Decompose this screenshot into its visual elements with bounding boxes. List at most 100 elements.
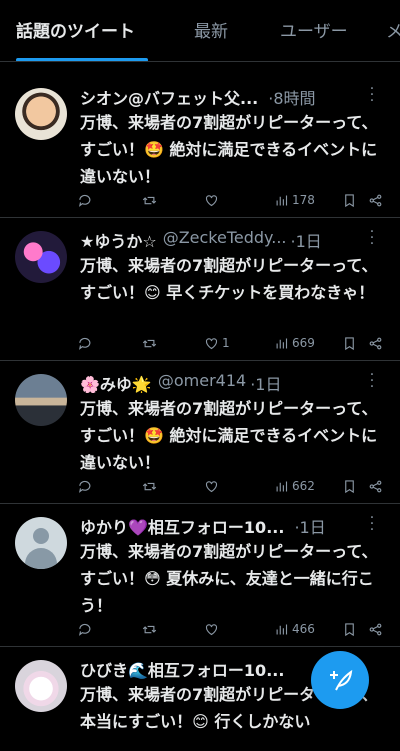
active-tab-indicator	[16, 57, 148, 61]
reply-icon	[79, 337, 91, 350]
compose-tweet-button[interactable]	[311, 651, 369, 709]
more-options-icon[interactable]: · · ·	[362, 225, 382, 251]
bookmark-button[interactable]	[342, 476, 357, 496]
user-handle: @ZeckeTeddy...	[162, 228, 287, 247]
views-icon	[276, 624, 288, 634]
tweet[interactable]: シオン@バフェット父... ·8時間 · · · 万博、来場者の7割超がリピーターっ…	[0, 75, 400, 218]
views-count: 466	[292, 622, 315, 636]
reply-icon	[79, 623, 91, 636]
views-icon	[276, 195, 288, 205]
bookmark-button[interactable]	[342, 333, 357, 353]
tweet-text: 万博、来場者の7割超がリピーターって、すごい！😊 早くチケットを買わなきゃ！	[80, 256, 378, 302]
share-button[interactable]	[368, 190, 383, 210]
avatar[interactable]	[15, 231, 67, 283]
timestamp[interactable]: ·1日	[250, 371, 281, 393]
like-button[interactable]: 1	[204, 333, 230, 353]
views-count: 669	[292, 336, 315, 350]
user-handle: @omer414	[157, 371, 247, 390]
bookmark-button[interactable]	[342, 619, 357, 639]
more-options-icon[interactable]: · · ·	[362, 511, 382, 537]
bookmark-icon	[345, 336, 354, 350]
share-icon	[369, 623, 382, 635]
heart-icon	[205, 194, 218, 206]
like-button[interactable]	[204, 190, 222, 210]
bookmark-icon	[345, 193, 354, 207]
like-button[interactable]	[204, 476, 222, 496]
tab-label: 話題のツイート	[16, 21, 135, 42]
avatar[interactable]	[15, 88, 67, 140]
tab-label: 最新	[194, 21, 228, 42]
retweet-button[interactable]	[142, 619, 160, 639]
tweet-header: ★ゆうか☆ @ZeckeTeddy... ·1日	[80, 228, 370, 250]
display-name[interactable]: ゆかり💜相互フォロー10...	[80, 514, 284, 536]
tab-users[interactable]: ユーザー	[280, 0, 360, 61]
share-button[interactable]	[368, 333, 383, 353]
reply-button[interactable]	[78, 476, 96, 496]
tweet-header: ゆかり💜相互フォロー10... ·1日	[80, 514, 370, 536]
more-options-icon[interactable]: · · ·	[362, 82, 382, 108]
tweet-text: 万博、来場者の7割超がリピーターって、すごい！😳 夏休みに、友達と一緒に行こう！	[80, 542, 378, 615]
views-button[interactable]: 662	[274, 476, 315, 496]
retweet-button[interactable]	[142, 333, 160, 353]
heart-icon	[205, 480, 218, 492]
heart-icon	[205, 337, 218, 349]
avatar[interactable]	[15, 660, 67, 712]
tab-label: ユーザー	[280, 21, 348, 42]
timestamp[interactable]: ·1日	[294, 514, 325, 536]
views-button[interactable]: 669	[274, 333, 315, 353]
tweet-header: シオン@バフェット父... ·8時間	[80, 85, 370, 107]
tweet-header: 🌸みゆ🌟 @omer414 ·1日	[80, 371, 370, 393]
tweet-actions: 178	[78, 190, 390, 210]
display-name[interactable]: 🌸みゆ🌟	[80, 371, 152, 393]
share-button[interactable]	[368, 476, 383, 496]
tweet-actions: 1 669	[78, 333, 390, 353]
tweet[interactable]: ゆかり💜相互フォロー10... ·1日 · · · 万博、来場者の7割超がリピーター…	[0, 504, 400, 647]
tweet-actions: 662	[78, 476, 390, 496]
feather-plus-icon	[330, 669, 353, 691]
like-count: 1	[222, 336, 230, 350]
retweet-button[interactable]	[142, 190, 160, 210]
tweet-text: 万博、来場者の7割超がリピーターって、すごい！🤩 絶対に満足できるイベントに違い…	[80, 113, 378, 186]
timestamp[interactable]: ·1日	[291, 228, 322, 250]
tab-media[interactable]: メ	[386, 0, 400, 61]
display-name[interactable]: ひびき🌊相互フォロー10...	[80, 657, 284, 679]
bookmark-icon	[345, 479, 354, 493]
display-name[interactable]: シオン@バフェット父...	[80, 85, 258, 107]
reply-button[interactable]	[78, 619, 96, 639]
share-icon	[369, 337, 382, 349]
tweet[interactable]: ★ゆうか☆ @ZeckeTeddy... ·1日 · · · 万博、来場者の7割超が…	[0, 218, 400, 361]
tab-latest[interactable]: 最新	[194, 0, 234, 61]
views-count: 178	[292, 193, 315, 207]
tweet-text: 万博、来場者の7割超がリピーターって、すごい！🤩 絶対に満足できるイベントに違い…	[80, 399, 378, 472]
retweet-icon	[142, 196, 157, 204]
views-count: 662	[292, 479, 315, 493]
share-icon	[369, 480, 382, 492]
reply-icon	[79, 480, 91, 493]
bookmark-icon	[345, 622, 354, 636]
retweet-button[interactable]	[142, 476, 160, 496]
retweet-icon	[142, 482, 157, 490]
tweet[interactable]: 🌸みゆ🌟 @omer414 ·1日 · · · 万博、来場者の7割超がリピーターって…	[0, 361, 400, 504]
heart-icon	[205, 623, 218, 635]
views-icon	[276, 481, 288, 491]
views-icon	[276, 338, 288, 348]
more-options-icon[interactable]: · · ·	[362, 368, 382, 394]
views-button[interactable]: 466	[274, 619, 315, 639]
timeline-tabs: 話題のツイート 最新 ユーザー メ	[0, 0, 400, 62]
tab-top-tweets[interactable]: 話題のツイート	[16, 0, 148, 61]
reply-button[interactable]	[78, 333, 96, 353]
share-button[interactable]	[368, 619, 383, 639]
retweet-icon	[142, 625, 157, 633]
share-icon	[369, 194, 382, 206]
timestamp[interactable]: ·8時間	[268, 85, 315, 107]
views-button[interactable]: 178	[274, 190, 315, 210]
bookmark-button[interactable]	[342, 190, 357, 210]
avatar[interactable]	[15, 374, 67, 426]
tweet-feed: シオン@バフェット父... ·8時間 · · · 万博、来場者の7割超がリピーターっ…	[0, 75, 400, 751]
default-avatar[interactable]	[15, 517, 67, 569]
display-name[interactable]: ★ゆうか☆	[80, 228, 157, 250]
tab-label: メ	[386, 22, 400, 42]
reply-button[interactable]	[78, 190, 96, 210]
like-button[interactable]	[204, 619, 222, 639]
retweet-icon	[142, 339, 157, 347]
